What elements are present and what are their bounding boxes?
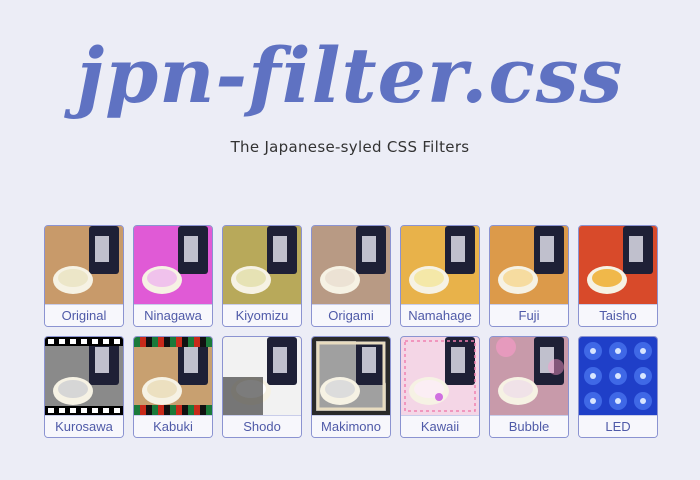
filter-card-bubble[interactable]: Bubble: [489, 336, 569, 438]
filter-label-taisho: Taisho: [579, 304, 657, 326]
page-subtitle: The Japanese-syled CSS Filters: [230, 138, 470, 156]
filter-label-fuji: Fuji: [490, 304, 568, 326]
filter-preview-kabuki: [134, 337, 212, 415]
filter-card-kiyomizu[interactable]: Kiyomizu: [222, 225, 302, 327]
filter-card-original[interactable]: Original: [44, 225, 124, 327]
filter-label-makimono: Makimono: [312, 415, 390, 437]
filter-card-fuji[interactable]: Fuji: [489, 225, 569, 327]
filter-grid: Original Ninagawa Kiyomizu Origami Namah…: [44, 225, 658, 438]
filter-label-bubble: Bubble: [490, 415, 568, 437]
filter-card-makimono[interactable]: Makimono: [311, 336, 391, 438]
filter-preview-shodo: [223, 337, 301, 415]
filter-label-original: Original: [45, 304, 123, 326]
filter-label-kurosawa: Kurosawa: [45, 415, 123, 437]
filter-label-kabuki: Kabuki: [134, 415, 212, 437]
filter-card-origami[interactable]: Origami: [311, 225, 391, 327]
filter-label-origami: Origami: [312, 304, 390, 326]
filter-preview-fuji: [490, 226, 568, 304]
filter-label-namahage: Namahage: [401, 304, 479, 326]
filter-preview-kawaii: [401, 337, 479, 415]
filter-label-kiyomizu: Kiyomizu: [223, 304, 301, 326]
filter-card-kawaii[interactable]: Kawaii: [400, 336, 480, 438]
filter-label-ninagawa: Ninagawa: [134, 304, 212, 326]
filter-card-led[interactable]: LED: [578, 336, 658, 438]
filter-preview-kiyomizu: [223, 226, 301, 304]
filter-preview-makimono: [312, 337, 390, 415]
filter-preview-kurosawa: [45, 337, 123, 415]
filter-preview-origami: [312, 226, 390, 304]
filter-preview-taisho: [579, 226, 657, 304]
filter-preview-ninagawa: [134, 226, 212, 304]
logo-title: jpn-filter.css: [76, 31, 624, 120]
filter-card-kabuki[interactable]: Kabuki: [133, 336, 213, 438]
filter-card-kurosawa[interactable]: Kurosawa: [44, 336, 124, 438]
filter-preview-led: [579, 337, 657, 415]
filter-preview-original: [45, 226, 123, 304]
filter-card-shodo[interactable]: Shodo: [222, 336, 302, 438]
filter-preview-bubble: [490, 337, 568, 415]
filter-card-taisho[interactable]: Taisho: [578, 225, 658, 327]
filter-label-shodo: Shodo: [223, 415, 301, 437]
filter-label-kawaii: Kawaii: [401, 415, 479, 437]
filter-preview-namahage: [401, 226, 479, 304]
filter-card-ninagawa[interactable]: Ninagawa: [133, 225, 213, 327]
filter-card-namahage[interactable]: Namahage: [400, 225, 480, 327]
filter-label-led: LED: [579, 415, 657, 437]
